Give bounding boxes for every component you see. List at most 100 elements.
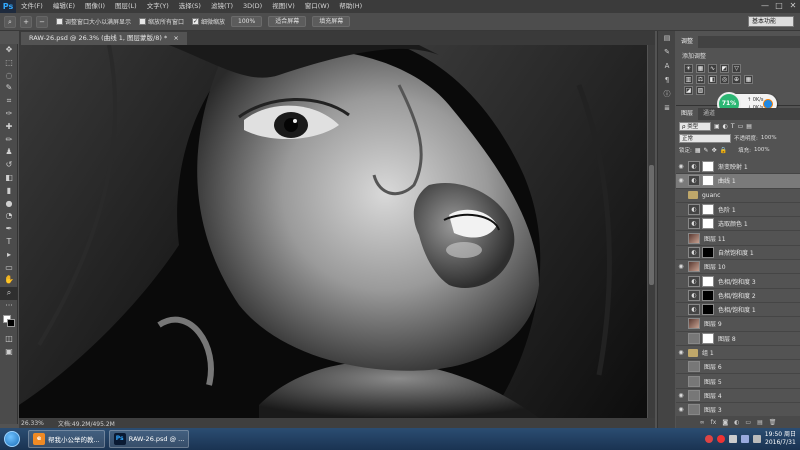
visibility-eye-icon[interactable]: ◉: [676, 177, 686, 184]
lock-paint-icon[interactable]: ✎: [704, 147, 709, 154]
canvas-scrollbar[interactable]: [648, 45, 655, 418]
type-tool-icon[interactable]: T: [0, 236, 18, 249]
taskbar-browser[interactable]: e 帮我小公举的教...: [28, 430, 105, 448]
start-button[interactable]: [0, 428, 24, 450]
eraser-tool-icon[interactable]: ◧: [0, 172, 18, 185]
healing-tool-icon[interactable]: ✚: [0, 121, 18, 134]
dodge-tool-icon[interactable]: ◔: [0, 210, 18, 223]
visibility-eye-icon[interactable]: ◉: [676, 406, 686, 413]
channel-mixer-icon[interactable]: ⊕: [732, 75, 741, 84]
layer-mask-thumbnail[interactable]: [702, 246, 714, 258]
layer-row[interactable]: ◉ ◐ 曲线 1: [676, 174, 800, 189]
visibility-eye-icon[interactable]: ◉: [676, 392, 686, 399]
filter-adjust-icon[interactable]: ◐: [723, 123, 728, 130]
menu-window[interactable]: 窗口(W): [300, 0, 335, 13]
gradient-tool-icon[interactable]: ▮: [0, 185, 18, 198]
resize-windows-option[interactable]: 调整窗口大小以满屏显示: [56, 17, 131, 26]
scrollbar-thumb[interactable]: [649, 165, 654, 285]
zoom-out-icon[interactable]: −: [36, 15, 48, 28]
menu-filter[interactable]: 滤镜(T): [206, 0, 238, 13]
new-group-icon[interactable]: ▭: [745, 419, 751, 426]
menu-file[interactable]: 文件(F): [16, 0, 48, 13]
clock[interactable]: 19:50 周日 2016/7/31: [765, 431, 796, 447]
layer-row[interactable]: ◉ 组 1: [676, 346, 800, 361]
menu-image[interactable]: 图像(I): [80, 0, 110, 13]
visibility-eye-icon[interactable]: ◉: [676, 163, 686, 170]
minimize-button[interactable]: —: [758, 0, 772, 13]
filter-smart-icon[interactable]: ▤: [746, 123, 752, 130]
zoom-100-button[interactable]: 100%: [231, 16, 263, 27]
info-panel-icon[interactable]: ⓘ: [658, 87, 676, 101]
filter-pixel-icon[interactable]: ▣: [714, 123, 720, 130]
opacity-value[interactable]: 100%: [761, 135, 777, 141]
layer-mask-thumbnail[interactable]: [702, 204, 714, 216]
more-tools-icon[interactable]: ···: [0, 300, 18, 313]
layer-row[interactable]: ◉ ◐ 渐变映射 1: [676, 160, 800, 175]
black-white-icon[interactable]: ◧: [708, 75, 717, 84]
layer-row[interactable]: ◉ 图层 4: [676, 389, 800, 404]
security-tray-icon[interactable]: [716, 435, 725, 443]
close-button[interactable]: ✕: [786, 0, 800, 13]
layer-row[interactable]: ◉ 图层 3: [676, 403, 800, 416]
maximize-button[interactable]: □: [772, 0, 786, 13]
hue-saturation-icon[interactable]: ▥: [684, 75, 693, 84]
document-info[interactable]: 文档:49.2M/495.2M: [58, 419, 115, 428]
exposure-icon[interactable]: ◩: [720, 64, 729, 73]
menu-layer[interactable]: 图层(L): [110, 0, 142, 13]
checkbox-checked[interactable]: ✓: [192, 18, 200, 25]
filter-shape-icon[interactable]: ▭: [738, 123, 744, 130]
curves-icon[interactable]: ∿: [708, 64, 717, 73]
background-color[interactable]: [7, 318, 15, 327]
layer-row[interactable]: ◐ 色阶 1: [676, 203, 800, 218]
layer-mask-thumbnail[interactable]: [702, 289, 714, 301]
brush-panel-icon[interactable]: ✎: [658, 45, 676, 59]
zoom-all-windows-option[interactable]: 缩放所有窗口: [139, 17, 184, 26]
zoom-level[interactable]: 26.33%: [21, 420, 44, 427]
new-layer-icon[interactable]: ▤: [757, 419, 763, 426]
layer-mask-thumbnail[interactable]: [702, 175, 714, 187]
fit-screen-button[interactable]: 适合屏幕: [268, 16, 307, 27]
quick-select-tool-icon[interactable]: ✎: [0, 82, 18, 95]
delete-layer-icon[interactable]: 🗑: [769, 419, 777, 426]
eyedropper-tool-icon[interactable]: ✑: [0, 108, 18, 121]
tab-layers[interactable]: 图层: [676, 108, 699, 120]
fill-value[interactable]: 100%: [754, 147, 770, 153]
workspace-select[interactable]: 基本功能: [748, 16, 794, 27]
filter-type-icon[interactable]: T: [731, 123, 735, 130]
invert-icon[interactable]: ◪: [684, 86, 693, 95]
zoom-tool-icon[interactable]: ⌕: [0, 287, 18, 300]
visibility-eye-icon[interactable]: ◉: [676, 349, 686, 356]
pen-tool-icon[interactable]: ✒: [0, 223, 18, 236]
fill-screen-button[interactable]: 填充屏幕: [312, 16, 351, 27]
layer-row[interactable]: 图层 6: [676, 360, 800, 375]
blend-mode-select[interactable]: 正常: [679, 133, 731, 143]
visibility-eye-icon[interactable]: ◉: [676, 263, 686, 270]
move-tool-icon[interactable]: ✥: [0, 44, 18, 57]
character-panel-icon[interactable]: A: [658, 59, 676, 73]
stamp-tool-icon[interactable]: ♟: [0, 146, 18, 159]
lock-move-icon[interactable]: ✥: [712, 147, 717, 154]
layer-mask-thumbnail[interactable]: [702, 332, 714, 344]
layer-row[interactable]: ◐ 色相/饱和度 3: [676, 274, 800, 289]
color-lookup-icon[interactable]: ▦: [744, 75, 753, 84]
layer-row[interactable]: ◐ 色相/饱和度 2: [676, 289, 800, 303]
layer-mask-thumbnail[interactable]: [702, 161, 714, 173]
layer-row[interactable]: ◐ 自然饱和度 1: [676, 246, 800, 261]
menu-3d[interactable]: 3D(D): [238, 0, 267, 13]
lasso-tool-icon[interactable]: ◌: [0, 70, 18, 83]
layer-row[interactable]: 图层 5: [676, 374, 800, 389]
quick-mask-icon[interactable]: ◫: [0, 333, 18, 346]
path-select-tool-icon[interactable]: ▸: [0, 249, 18, 262]
brightness-icon[interactable]: ☀: [684, 64, 693, 73]
document-tab[interactable]: RAW-26.psd @ 26.3% (曲线 1, 图层蒙版/8) * ×: [21, 32, 187, 45]
layer-filter-select[interactable]: ρ 类型: [679, 121, 711, 131]
tab-adjustments[interactable]: 调整: [676, 36, 699, 48]
network-tray-icon[interactable]: [740, 435, 749, 443]
menu-help[interactable]: 帮助(H): [334, 0, 367, 13]
layer-row[interactable]: 图层 8: [676, 332, 800, 346]
properties-panel-icon[interactable]: ≣: [658, 101, 676, 115]
flag-tray-icon[interactable]: [728, 435, 737, 443]
volume-tray-icon[interactable]: [752, 435, 761, 443]
menu-type[interactable]: 文字(Y): [142, 0, 174, 13]
checkbox-unchecked[interactable]: [139, 18, 147, 25]
